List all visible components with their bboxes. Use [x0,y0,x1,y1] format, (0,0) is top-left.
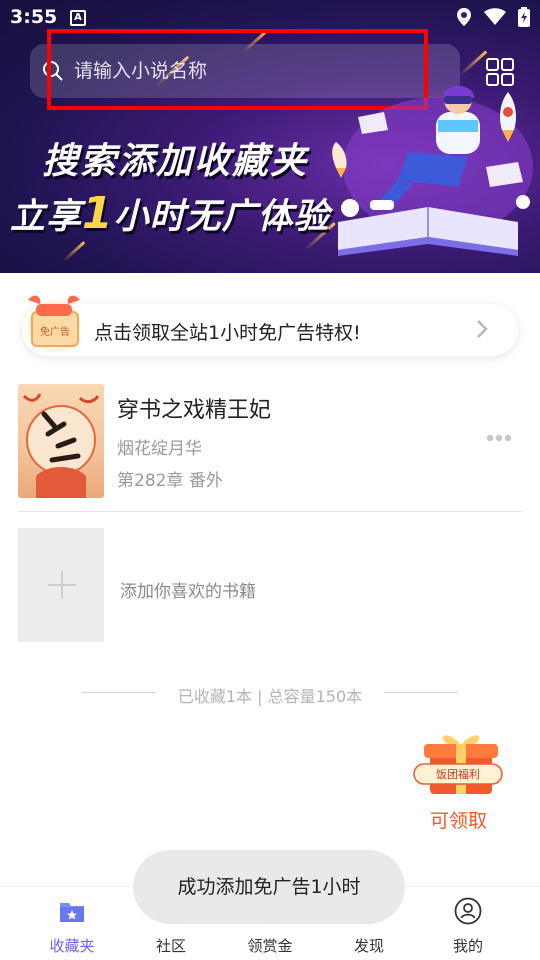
adfree-ticket-icon: 免广告 [28,295,80,352]
nav-label-rewards: 领赏金 [247,937,293,955]
user-icon [454,897,482,925]
gift-box-icon[interactable]: 饭团福利 [410,728,506,800]
nav-label-profile: 我的 [452,937,483,955]
header-banner: 3:55 A 搜索添加收藏夹 立享1小时无广体验 [0,0,540,273]
bookshelf-summary: 已收藏1本 | 总容量150本 [177,687,363,706]
book-latest-chapter: 第282章 番外 [117,471,223,491]
status-icons [456,7,530,27]
toast-message: 成功添加免广告1小时 [133,850,405,924]
adfree-claim-banner[interactable]: 点击领取全站1小时免广告特权! [22,304,518,356]
notification-a-icon: A [70,10,86,26]
promo-line2-pre: 立享 [10,197,83,237]
book-cover-art [22,393,100,498]
gift-badge-text: 饭团福利 [436,767,480,781]
add-book-button[interactable] [18,528,104,642]
nav-label-community: 社区 [155,937,186,955]
promo-line2-highlight: 1 [82,188,114,239]
book-author: 烟花绽月华 [117,439,202,459]
chevron-right-icon [477,320,488,338]
add-book-label[interactable]: 添加你喜欢的书籍 [120,577,256,602]
promo-title-line2: 立享1小时无广体验 [10,188,330,239]
book-cover [18,384,104,498]
plus-icon-stroke [61,571,63,599]
location-icon [457,8,471,26]
bookshelf-item[interactable]: 穿书之戏精王妃 烟花绽月华 第282章 番外 [18,384,522,500]
promo-title-line1: 搜索添加收藏夹 [42,141,309,182]
nav-item-profile[interactable]: 我的 [414,887,522,960]
status-time: 3:55 [10,6,58,28]
nav-item-favorites[interactable]: 收藏夹 [18,887,126,960]
promo-line2-post: 小时无广体验 [113,197,330,237]
adfree-claim-text: 点击领取全站1小时免广告特权! [94,322,361,344]
book-title: 穿书之戏精王妃 [117,398,272,423]
nav-label-discover: 发现 [353,937,384,955]
decor-streak [62,241,86,262]
bookmark-folder-icon [60,903,84,922]
adfree-badge-text: 免广告 [40,325,70,338]
search-icon [43,61,63,81]
reading-illustration [332,86,533,256]
gift-claim-label[interactable]: 可领取 [430,806,487,833]
battery-icon [518,7,530,27]
status-bar: 3:55 A [0,0,540,36]
divider [18,511,522,512]
wifi-icon [484,8,506,25]
summary-line-right [384,692,458,693]
more-options-icon[interactable] [486,434,512,442]
nav-label-favorites: 收藏夹 [49,937,95,955]
